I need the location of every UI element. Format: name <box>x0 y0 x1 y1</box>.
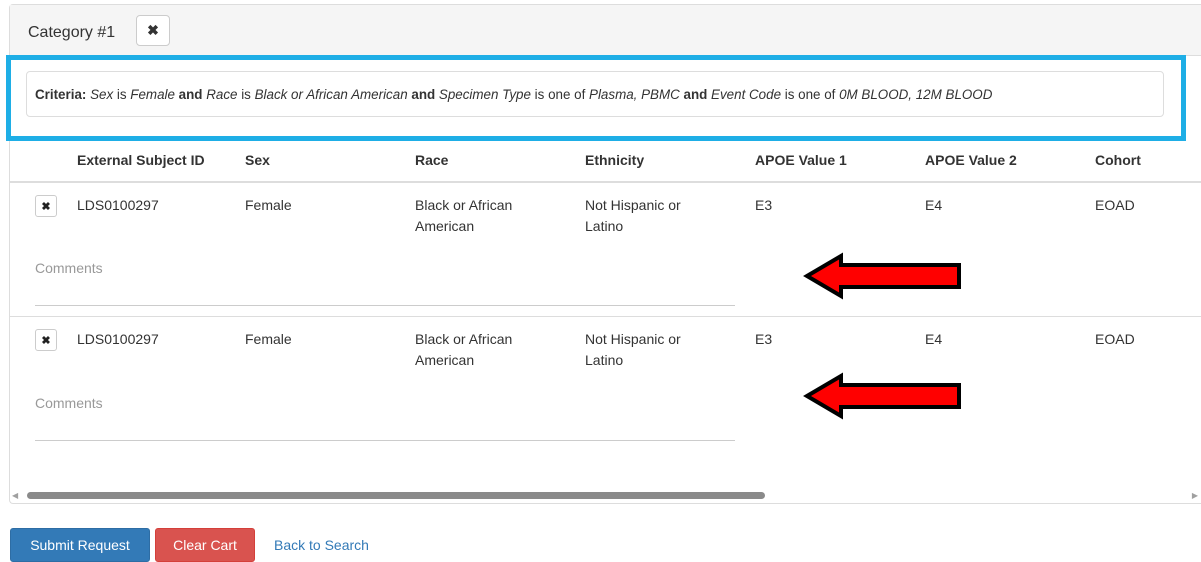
header-cohort: Cohort <box>1095 152 1141 168</box>
criteria-part: and <box>174 87 207 102</box>
header-apoe-value-1: APOE Value 1 <box>755 152 847 168</box>
criteria-part: Female <box>130 87 175 102</box>
ethnicity-cell: Not Hispanic or Latino <box>585 197 681 234</box>
header-sex: Sex <box>245 152 270 168</box>
row-divider <box>10 316 1201 317</box>
category-title: Category #1 <box>28 24 116 41</box>
criteria-text: Criteria: Sex is Female and Race is Blac… <box>35 87 992 102</box>
subject-id-cell: LDS0100297 <box>77 197 159 213</box>
criteria-label: Criteria: <box>35 87 87 102</box>
cohort-cell: EOAD <box>1095 331 1135 347</box>
submit-request-button[interactable]: Submit Request <box>10 528 150 562</box>
criteria-part: is <box>237 87 255 102</box>
apoe2-cell: E4 <box>925 197 943 213</box>
header-external-subject-id: External Subject ID <box>77 152 205 168</box>
criteria-part: Sex <box>90 87 114 102</box>
back-to-search-link[interactable]: Back to Search <box>274 537 369 553</box>
sex-cell: Female <box>245 331 292 347</box>
criteria-part: is <box>113 87 131 102</box>
criteria-part: is one of <box>781 87 840 102</box>
race-cell: Black or African American <box>415 331 513 368</box>
clear-cart-button[interactable]: Clear Cart <box>155 528 255 562</box>
apoe1-cell: E3 <box>755 197 773 213</box>
header-ethnicity: Ethnicity <box>585 152 645 168</box>
header-race: Race <box>415 152 449 168</box>
header-apoe-value-2: APOE Value 2 <box>925 152 1017 168</box>
criteria-part: is one of <box>530 87 590 102</box>
scroll-right-icon[interactable]: ▶ <box>1192 491 1198 500</box>
close-icon: ✖ <box>147 22 159 38</box>
comments-field[interactable]: Comments <box>35 260 103 276</box>
header-divider <box>10 181 1201 183</box>
criteria-part: Race <box>206 87 238 102</box>
criteria-parts: Sex is Female and Race is Black or Afric… <box>90 87 992 102</box>
criteria-box: Criteria: Sex is Female and Race is Blac… <box>26 71 1164 117</box>
comments-underline <box>35 305 735 306</box>
close-icon: ✖ <box>41 334 51 347</box>
criteria-part: Specimen Type <box>438 87 531 102</box>
ethnicity-cell: Not Hispanic or Latino <box>585 331 681 368</box>
criteria-part: and <box>679 87 712 102</box>
apoe1-cell: E3 <box>755 331 773 347</box>
comments-field[interactable]: Comments <box>35 395 103 411</box>
criteria-part: Plasma, PBMC <box>589 87 680 102</box>
red-arrow-icon <box>803 252 961 300</box>
horizontal-scrollbar[interactable]: ◀ ▶ <box>10 488 1200 504</box>
criteria-part: Black or African American <box>254 87 408 102</box>
scrollbar-thumb[interactable] <box>27 492 765 499</box>
cohort-cell: EOAD <box>1095 197 1135 213</box>
close-icon: ✖ <box>41 200 51 213</box>
criteria-part: and <box>407 87 439 102</box>
criteria-part: Event Code <box>711 87 782 102</box>
race-cell: Black or African American <box>415 197 513 234</box>
remove-row-button[interactable]: ✖ <box>35 329 57 351</box>
criteria-part: 0M BLOOD, 12M BLOOD <box>839 87 993 102</box>
comments-underline <box>35 440 735 441</box>
remove-row-button[interactable]: ✖ <box>35 195 57 217</box>
sex-cell: Female <box>245 197 292 213</box>
remove-category-button[interactable]: ✖ <box>136 15 170 46</box>
subject-id-cell: LDS0100297 <box>77 331 159 347</box>
scroll-left-icon[interactable]: ◀ <box>12 491 18 500</box>
apoe2-cell: E4 <box>925 331 943 347</box>
panel-heading: Category #1 ✖ <box>10 5 1201 56</box>
red-arrow-icon <box>803 372 961 420</box>
